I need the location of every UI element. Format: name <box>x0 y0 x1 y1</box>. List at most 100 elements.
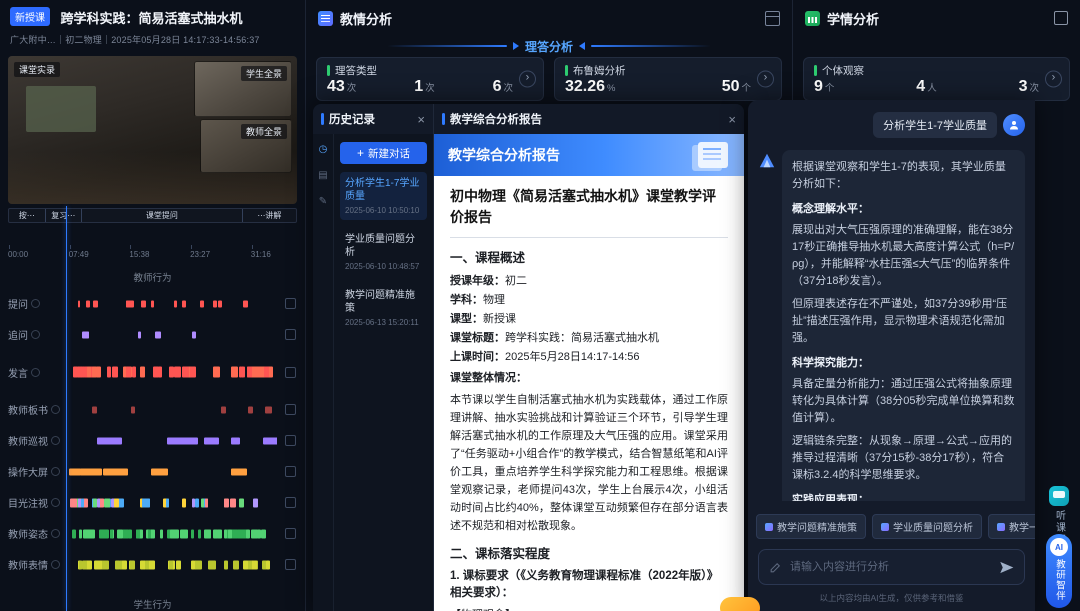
behavior-row-checkbox[interactable] <box>285 435 296 446</box>
history-item[interactable]: 分析学生1-7学业质量 2025-06-10 10:50:10 <box>340 172 427 220</box>
behavior-row: 发言 <box>0 350 305 394</box>
behavior-row-marks <box>68 549 277 580</box>
suggestion-chip[interactable]: 教学问题精准施策 <box>756 514 866 539</box>
history-item-title: 教学问题精准施策 <box>345 289 422 315</box>
stat-value: 4人 <box>916 78 936 96</box>
student-analysis-title: 学情分析 <box>827 9 879 28</box>
stat-card-values: 32.26%50个 <box>565 78 755 96</box>
video-segment[interactable]: 课堂提问 <box>82 209 243 222</box>
history-item-time: 2025-06-13 15:20:11 <box>345 318 422 327</box>
stat-card-header: 布鲁姆分析 <box>565 63 755 78</box>
layout-icon[interactable] <box>765 11 780 26</box>
behavior-row-checkbox[interactable] <box>285 497 296 508</box>
video-player[interactable]: 课堂实录 学生全景 教师全景 <box>8 56 297 204</box>
student-analysis-icon <box>805 11 820 26</box>
behavior-row: 教师姿态 <box>0 518 305 549</box>
behavior-row-label: 教师表情 <box>0 557 68 572</box>
new-chat-button[interactable]: + 新建对话 <box>340 142 427 164</box>
ai-section-heading: 实践应用表现： <box>792 492 1015 501</box>
history-clock-icon[interactable]: ◷ <box>319 144 328 155</box>
info-icon <box>51 467 60 476</box>
chevron-icon[interactable]: › <box>519 71 536 88</box>
chevron-icon[interactable]: › <box>1045 71 1062 88</box>
video-label-students: 学生全景 <box>241 66 287 81</box>
suggestion-chip[interactable]: 学业质量问题分析 <box>872 514 982 539</box>
behavior-row-checkbox[interactable] <box>285 329 296 340</box>
report-banner: 教学综合分析报告 <box>434 134 744 176</box>
behavior-row: 教师板书 <box>0 394 305 425</box>
behavior-rows: 提问追问发言教师板书教师巡视操作大屏目光注视教师姿态教师表情 <box>0 288 305 580</box>
behavior-row-label: 目光注视 <box>0 495 68 510</box>
stat-value: 6次 <box>493 78 513 96</box>
report-document[interactable]: 教学综合分析报告 初中物理《简易活塞式抽水机》课堂教学评价报告 一、课程概述 授… <box>434 134 744 611</box>
behavior-row-checkbox[interactable] <box>285 298 296 309</box>
info-icon <box>31 330 40 339</box>
stat-card[interactable]: 布鲁姆分析32.26%50个› <box>554 57 782 101</box>
history-pen-icon[interactable]: ✎ <box>319 196 327 207</box>
send-icon[interactable] <box>999 560 1014 575</box>
video-segment[interactable]: 按⋯ <box>9 209 46 222</box>
video-pip-teacher[interactable]: 教师全景 <box>200 119 292 173</box>
chat-messages[interactable]: 分析学生1-7学业质量 根据课堂观察和学生1-7的表现，其学业质量分析如下： 概… <box>748 100 1035 501</box>
chat-input-box[interactable] <box>758 549 1025 585</box>
ai-logo: AI <box>1050 538 1068 556</box>
fullscreen-icon[interactable] <box>1054 11 1068 25</box>
info-icon <box>51 560 60 569</box>
lesson-header: 新授课 跨学科实践：简易活塞式抽水机 广大附中…｜初二物理｜2025年05月28… <box>0 0 305 46</box>
chevron-icon[interactable]: › <box>757 71 774 88</box>
report-section2-heading: 二、课标落实程度 <box>450 543 728 562</box>
eval-chat-icon[interactable] <box>1049 486 1069 506</box>
student-behavior-axis-label: 学生行为 <box>0 597 305 611</box>
ai-paragraph: 具备定量分析能力：通过压强公式将抽象原理转化为具体计算（38分05秒完成单位换算… <box>792 376 1015 427</box>
history-doc-icon[interactable]: ▤ <box>318 170 327 181</box>
video-segment-bar[interactable]: 按⋯复习⋯课堂提问⋯讲解 <box>8 208 297 223</box>
suggestion-chip[interactable]: 教学一致性 <box>988 514 1035 539</box>
report-concept-tag: 【物理观念】 <box>450 606 728 611</box>
chat-input[interactable] <box>788 560 993 574</box>
history-item-time: 2025-06-10 10:50:10 <box>345 206 422 215</box>
history-item[interactable]: 学业质量问题分析2025-06-10 10:48:57 <box>340 228 427 276</box>
new-chat-label: 新建对话 <box>368 146 410 161</box>
video-pip-students[interactable]: 学生全景 <box>194 61 292 117</box>
history-item[interactable]: 教学问题精准施策 2025-06-13 15:20:11 <box>340 284 427 332</box>
tab-decor-line <box>387 45 507 47</box>
stat-value: 3次 <box>1019 78 1039 96</box>
history-item-title: 分析学生1-7学业质量 <box>345 177 422 203</box>
ai-paragraph: 展现出对大气压强原理的准确理解，能在38分17秒正确推导抽水机最大高度计算公式（… <box>792 222 1015 290</box>
behavior-row-checkbox[interactable] <box>285 404 296 415</box>
lesson-meta: 广大附中…｜初二物理｜2025年05月28日 14:17:33-14:56:37 <box>10 33 295 46</box>
ai-message: 根据课堂观察和学生1-7的表现，其学业质量分析如下： 概念理解水平：展现出对大气… <box>782 150 1025 501</box>
video-segment[interactable]: 复习⋯ <box>46 209 83 222</box>
report-section: 教学综合分析报告 × 教学综合分析报告 初中物理《简易活塞式抽水机》课堂教学评价… <box>434 104 744 611</box>
behavior-row-checkbox[interactable] <box>285 367 296 378</box>
floating-action-button[interactable] <box>720 597 760 611</box>
teacher-behavior-axis-label: 教师行为 <box>0 270 305 284</box>
timeline-playhead[interactable] <box>66 206 67 611</box>
stat-card[interactable]: 理答类型43次1次6次› <box>316 57 544 101</box>
behavior-row: 操作大屏 <box>0 456 305 487</box>
ai-paragraph: 逻辑链条完整：从现象→原理→公式→应用的推导过程清晰（37分15秒-38分17秒… <box>792 433 1015 484</box>
ruler-tick: 15:38 <box>129 250 149 259</box>
stat-value: 43次 <box>327 78 356 96</box>
behavior-row-checkbox[interactable] <box>285 466 296 477</box>
tab-decor-line <box>591 45 711 47</box>
behavior-row-checkbox[interactable] <box>285 528 296 539</box>
history-header: 历史记录 × <box>313 104 433 134</box>
behavior-row-label: 教师姿态 <box>0 526 68 541</box>
chip-icon <box>765 523 773 531</box>
tab-response-analysis[interactable]: 理答分析 <box>525 38 573 55</box>
stat-card[interactable]: 个体观察9个4人3次› <box>803 57 1070 101</box>
report-close-icon[interactable]: × <box>728 113 736 126</box>
behavior-row-checkbox[interactable] <box>285 559 296 570</box>
history-close-icon[interactable]: × <box>417 113 425 126</box>
report-field: 课堂标题：跨学科实践：简易活塞式抽水机 <box>450 329 728 348</box>
ruler-tick: 23:27 <box>190 250 210 259</box>
stat-card-title: 个体观察 <box>822 63 864 78</box>
history-item-title: 学业质量问题分析 <box>345 233 422 259</box>
stat-value: 50个 <box>722 78 751 96</box>
video-segment[interactable]: ⋯讲解 <box>243 209 296 222</box>
behavior-row-marks <box>68 319 277 350</box>
accent-bar <box>327 65 330 76</box>
ai-companion-float[interactable]: AI 教研智伴 <box>1046 534 1072 608</box>
ai-assistant-icon <box>758 152 776 170</box>
